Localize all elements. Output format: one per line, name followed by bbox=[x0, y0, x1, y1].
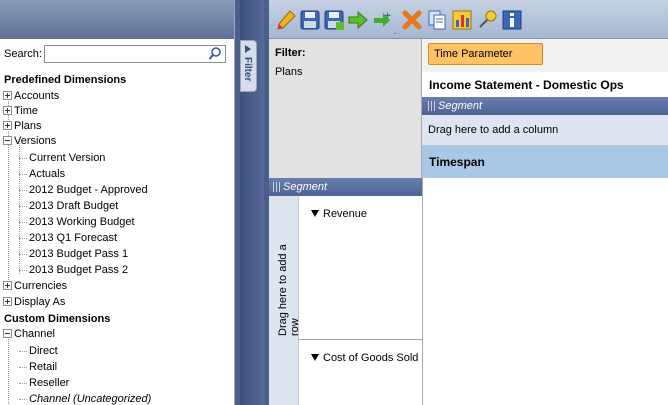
add-icon[interactable]: + bbox=[371, 9, 393, 31]
data-grid bbox=[422, 178, 668, 405]
search-row: Search: bbox=[0, 39, 234, 69]
dropdown-dot[interactable]: . bbox=[394, 26, 398, 36]
tree-item-versions[interactable]: Versions bbox=[3, 134, 56, 148]
row-drop-hint: Drag here to add a row bbox=[277, 244, 301, 336]
report-title: Income Statement - Domestic Ops bbox=[422, 72, 668, 97]
search-icon[interactable] bbox=[208, 46, 222, 62]
row-label: Cost of Goods Sold bbox=[323, 352, 419, 364]
dimension-panel-header bbox=[0, 0, 234, 39]
expand-icon[interactable] bbox=[3, 296, 12, 306]
tree-item-time[interactable]: Time bbox=[3, 104, 38, 118]
tree-item-2013-q1-forecast[interactable]: 2013 Q1 Forecast bbox=[19, 231, 117, 245]
tree-item-label: Accounts bbox=[14, 90, 60, 102]
run-arrow-icon[interactable] bbox=[347, 9, 369, 31]
row-segment-header[interactable]: Segment bbox=[269, 178, 422, 196]
column-segment-label: Segment bbox=[438, 100, 483, 112]
tree-item-label: 2013 Working Budget bbox=[29, 216, 135, 228]
time-parameter-button[interactable]: Time Parameter bbox=[428, 43, 543, 65]
row-segment-label: Segment bbox=[283, 181, 328, 193]
tree-item-label: 2013 Budget Pass 1 bbox=[29, 248, 129, 260]
toolbar: + . bbox=[269, 0, 668, 39]
expand-arrow-icon bbox=[245, 45, 251, 53]
collapse-icon[interactable] bbox=[3, 135, 12, 145]
tree-item-2013-budget-pass-1[interactable]: 2013 Budget Pass 1 bbox=[19, 247, 128, 261]
drag-grip-icon[interactable] bbox=[428, 101, 435, 112]
tree-item-label: Display As bbox=[14, 296, 66, 308]
search-box[interactable] bbox=[44, 45, 226, 63]
pencil-icon[interactable] bbox=[275, 9, 297, 31]
tree-item-2013-draft-budget[interactable]: 2013 Draft Budget bbox=[19, 199, 118, 213]
predefined-dimensions-header: Predefined Dimensions bbox=[4, 74, 127, 86]
dimension-panel: Search: Predefined Dimensions Accounts T… bbox=[0, 0, 235, 405]
custom-dimensions-header: Custom Dimensions bbox=[4, 313, 111, 325]
tree-item-2013-budget-pass-2[interactable]: 2013 Budget Pass 2 bbox=[19, 263, 128, 277]
tree-item-label: Direct bbox=[29, 345, 58, 357]
tree-item-actuals[interactable]: Actuals bbox=[19, 167, 65, 181]
column-drop-zone[interactable]: Drag here to add a column bbox=[422, 115, 668, 146]
tree-item-retail[interactable]: Retail bbox=[19, 360, 57, 374]
dimension-tree: Predefined Dimensions Accounts Time Plan… bbox=[0, 72, 234, 405]
expand-icon[interactable] bbox=[3, 120, 12, 130]
tree-item-label: Currencies bbox=[14, 280, 68, 292]
search-label: Search: bbox=[4, 48, 42, 60]
copy-icon[interactable] bbox=[426, 9, 448, 31]
row-cost-of-goods-sold[interactable]: Cost of Goods Sold bbox=[299, 340, 422, 405]
tree-item-label: Reseller bbox=[29, 377, 70, 389]
pin-icon[interactable] bbox=[476, 9, 498, 31]
tree-item-channel[interactable]: Channel bbox=[3, 327, 55, 341]
row-label: Revenue bbox=[323, 208, 368, 220]
timespan-column[interactable]: Timespan bbox=[422, 146, 668, 178]
tree-item-2012-budget-approved[interactable]: 2012 Budget - Approved bbox=[19, 183, 148, 197]
tree-item-label: Retail bbox=[29, 361, 58, 373]
filter-panel[interactable]: Filter: Plans bbox=[269, 39, 422, 179]
tree-item-current-version[interactable]: Current Version bbox=[19, 151, 105, 165]
tree-item-label: Actuals bbox=[29, 168, 66, 180]
tree-item-label: 2013 Budget Pass 2 bbox=[29, 264, 129, 276]
tree-item-display-as[interactable]: Display As bbox=[3, 295, 65, 309]
chart-icon[interactable] bbox=[451, 9, 473, 31]
expand-icon[interactable] bbox=[3, 105, 12, 115]
filter-tab-label: Filter bbox=[242, 57, 253, 82]
tree-item-label: 2012 Budget - Approved bbox=[29, 184, 148, 196]
tree-item-label: Time bbox=[14, 105, 39, 117]
svg-text:+: + bbox=[384, 11, 392, 21]
expand-icon[interactable] bbox=[3, 90, 12, 100]
tree-item-label: Channel bbox=[14, 328, 55, 340]
delete-icon[interactable] bbox=[401, 9, 423, 31]
filter-item-plans[interactable]: Plans bbox=[275, 66, 303, 78]
tree-item-2013-working-budget[interactable]: 2013 Working Budget bbox=[19, 215, 135, 229]
tree-item-accounts[interactable]: Accounts bbox=[3, 89, 59, 103]
tree-item-reseller[interactable]: Reseller bbox=[19, 376, 69, 390]
tree-guide-line bbox=[8, 334, 9, 404]
tree-item-channel-uncategorized[interactable]: Channel (Uncategorized) bbox=[19, 392, 151, 405]
tree-item-label: Channel (Uncategorized) bbox=[29, 393, 152, 405]
tree-item-label: Versions bbox=[14, 135, 57, 147]
row-drop-zone[interactable]: Drag here to add a row bbox=[269, 196, 301, 405]
tree-item-currencies[interactable]: Currencies bbox=[3, 279, 67, 293]
expand-icon[interactable] bbox=[3, 280, 12, 290]
save-icon[interactable] bbox=[299, 9, 321, 31]
tree-item-label: Plans bbox=[14, 120, 42, 132]
collapse-icon[interactable] bbox=[3, 328, 12, 338]
tree-item-label: Current Version bbox=[29, 152, 106, 164]
tree-item-label: 2013 Q1 Forecast bbox=[29, 232, 118, 244]
tree-item-plans[interactable]: Plans bbox=[3, 119, 42, 133]
search-input[interactable] bbox=[45, 46, 195, 62]
column-segment-header[interactable]: Segment bbox=[422, 97, 668, 115]
row-revenue[interactable]: Revenue bbox=[299, 196, 422, 340]
tree-item-direct[interactable]: Direct bbox=[19, 344, 58, 358]
collapse-triangle-icon[interactable] bbox=[311, 209, 319, 217]
tree-item-label: 2013 Draft Budget bbox=[29, 200, 119, 212]
filter-title: Filter: bbox=[275, 47, 306, 59]
drag-grip-icon[interactable] bbox=[273, 182, 280, 193]
collapse-triangle-icon[interactable] bbox=[311, 353, 319, 361]
info-icon[interactable] bbox=[501, 9, 523, 31]
save-as-icon[interactable] bbox=[323, 9, 345, 31]
filter-tab[interactable]: Filter bbox=[240, 40, 257, 92]
